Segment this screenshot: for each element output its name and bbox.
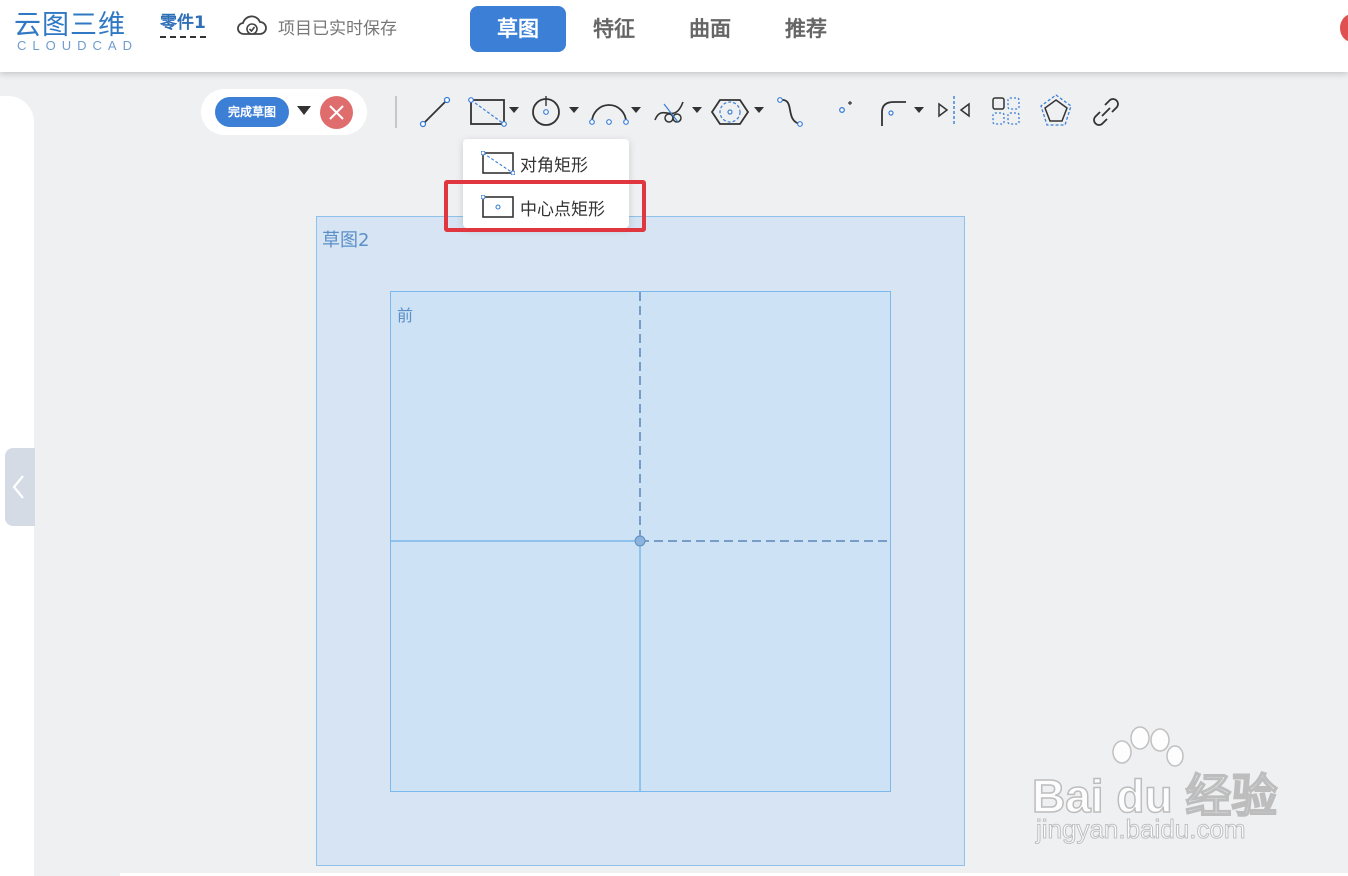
rectangle-tool-button[interactable]: [466, 92, 524, 132]
watermark-url: jingyan.baidu.com: [1036, 814, 1247, 845]
pattern-icon: [992, 97, 1020, 125]
trim-icon: [654, 101, 702, 123]
part-name[interactable]: 零件1: [160, 13, 206, 38]
point-icon: [839, 101, 852, 113]
arc-icon: [589, 104, 641, 125]
line-icon: [419, 96, 451, 128]
menu-item-label: 对角矩形: [520, 156, 588, 176]
app-logo-subtitle: CLOUDCAD: [17, 38, 138, 53]
point-tool-button[interactable]: [830, 92, 860, 132]
offset-tool-button[interactable]: [1036, 92, 1076, 132]
link-icon: [1093, 98, 1119, 126]
highlight-box: [444, 180, 646, 232]
app-header: 云图三维 CLOUDCAD 零件1 项目已实时保存 草图 特征 曲面 推荐: [0, 0, 1348, 72]
trim-tool-button[interactable]: [650, 92, 708, 132]
app-logo: 云图三维: [14, 10, 126, 41]
baidu-watermark: Bai du 经验 jingyan.baidu.com: [1000, 724, 1300, 854]
cloud-save-icon: [236, 12, 268, 40]
mirror-tool-button[interactable]: [934, 92, 974, 132]
user-avatar[interactable]: [1340, 14, 1348, 42]
tab-recommend[interactable]: 推荐: [758, 6, 854, 52]
tab-feature[interactable]: 特征: [566, 6, 662, 52]
chevron-left-icon: [12, 475, 24, 499]
offset-icon: [1040, 94, 1072, 126]
collapse-panel-button[interactable]: [5, 448, 35, 526]
arc-tool-button[interactable]: [586, 92, 646, 132]
spline-tool-button[interactable]: [774, 92, 814, 132]
fillet-tool-button[interactable]: [876, 92, 930, 132]
tab-surface[interactable]: 曲面: [662, 6, 758, 52]
mirror-icon: [938, 96, 970, 126]
constraint-tool-button[interactable]: [1088, 92, 1124, 132]
finish-sketch-button[interactable]: 完成草图: [215, 97, 289, 127]
circle-tool-button[interactable]: [528, 92, 584, 132]
line-tool-button[interactable]: [418, 92, 452, 132]
finish-sketch-group: 完成草图: [201, 89, 367, 135]
menu-item-diagonal-rectangle[interactable]: 对角矩形: [463, 141, 629, 181]
caret-down-icon[interactable]: [297, 106, 311, 115]
save-status: 项目已实时保存: [278, 19, 397, 39]
rectangle-icon: [468, 97, 519, 127]
close-icon: [329, 105, 344, 120]
tab-sketch[interactable]: 草图: [470, 6, 566, 52]
cancel-sketch-button[interactable]: [320, 96, 353, 129]
diagonal-rectangle-icon: [481, 151, 515, 175]
spline-icon: [777, 97, 803, 127]
polygon-tool-button[interactable]: [710, 92, 770, 132]
circle-icon: [532, 96, 579, 126]
toolbar-divider: [395, 96, 397, 128]
polygon-icon: [710, 99, 764, 125]
fillet-icon: [881, 101, 924, 126]
pattern-tool-button[interactable]: [988, 92, 1028, 132]
